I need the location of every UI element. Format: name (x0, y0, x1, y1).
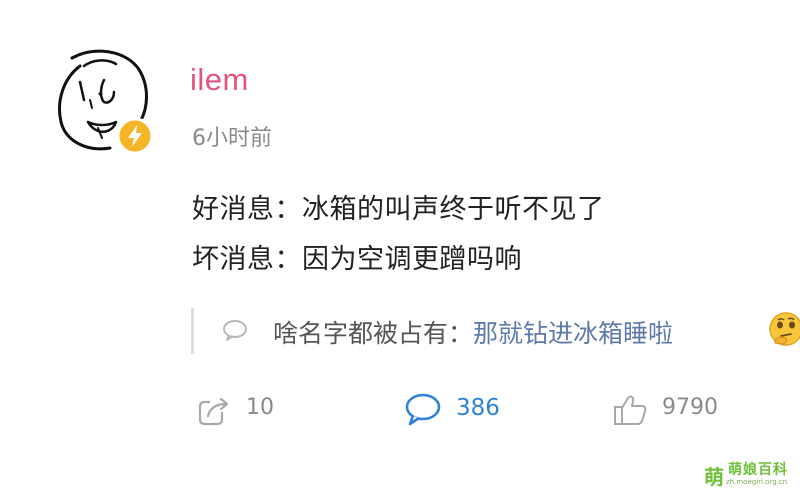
site-watermark: 萌 萌娘百科 zh.moegirl.org.cn (704, 459, 792, 491)
reply-text: 啥名字都被占有：那就钻进冰箱睡啦 (273, 314, 673, 350)
username-link[interactable]: ilem (190, 62, 249, 98)
post-text-line-1: 好消息：冰箱的叫声终于听不见了 (192, 194, 605, 225)
watermark-url: zh.moegirl.org.cn (726, 478, 788, 486)
like-button[interactable]: 9790 (612, 390, 742, 430)
moegirl-logo-icon: 萌 (704, 465, 724, 489)
comment-icon (405, 393, 441, 426)
share-icon (198, 396, 230, 426)
reply-preview[interactable]: 啥名字都被占有：那就钻进冰箱睡啦 (191, 308, 800, 354)
speech-bubble-icon (221, 318, 249, 342)
reply-user: 啥名字都被占有： (273, 319, 474, 348)
share-count: 10 (246, 395, 274, 420)
thumbs-up-icon (614, 395, 647, 425)
comment-button[interactable]: 386 (404, 390, 524, 430)
comment-count: 386 (456, 395, 500, 421)
post-text-line-2: 坏消息：因为空调更蹭吗响 (192, 244, 522, 275)
like-count: 9790 (662, 395, 718, 420)
thinking-face-emoji-icon (767, 310, 800, 348)
share-button[interactable]: 10 (196, 390, 306, 430)
lightning-verified-badge-icon (116, 117, 154, 155)
watermark-title: 萌娘百科 (728, 462, 788, 478)
reply-content-link[interactable]: 那就钻进冰箱睡啦 (473, 319, 673, 348)
post-timestamp: 6小时前 (192, 126, 272, 151)
